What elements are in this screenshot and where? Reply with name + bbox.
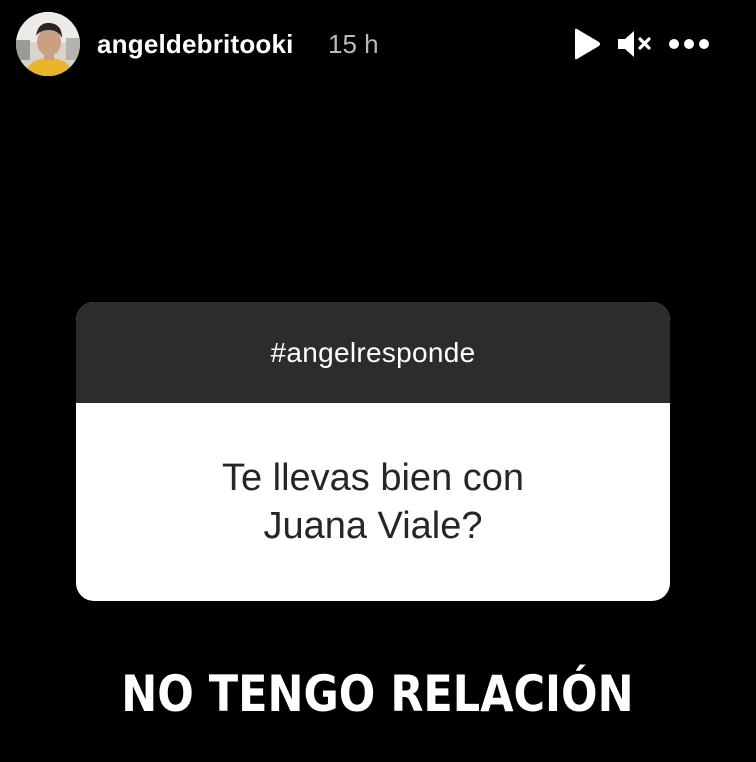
story-header: angeldebritooki 15 h <box>0 0 756 90</box>
question-sticker-body: Te llevas bien con Juana Viale? <box>76 403 670 601</box>
mute-button[interactable] <box>612 24 656 64</box>
more-options-button[interactable] <box>664 24 714 64</box>
avatar-photo <box>16 12 80 76</box>
question-line-2: Juana Viale? <box>263 505 483 547</box>
user-avatar[interactable] <box>16 12 80 76</box>
story-username[interactable]: angeldebritooki <box>97 28 294 60</box>
mute-icon <box>618 31 651 57</box>
question-sticker: #angelresponde Te llevas bien con Juana … <box>76 302 670 601</box>
play-icon <box>575 28 600 60</box>
story-timestamp: 15 h <box>328 29 379 59</box>
question-text: Te llevas bien con Juana Viale? <box>163 454 583 550</box>
play-button[interactable] <box>566 24 606 64</box>
question-line-1: Te llevas bien con <box>221 457 525 499</box>
more-options-icon <box>669 39 709 49</box>
question-sticker-hashtag: #angelresponde <box>270 336 476 368</box>
answer-caption: NO TENGO RELACIÓN <box>121 665 634 723</box>
question-sticker-header: #angelresponde <box>76 302 670 403</box>
story-viewer: angeldebritooki 15 h #angelresponde Te l… <box>0 0 756 762</box>
